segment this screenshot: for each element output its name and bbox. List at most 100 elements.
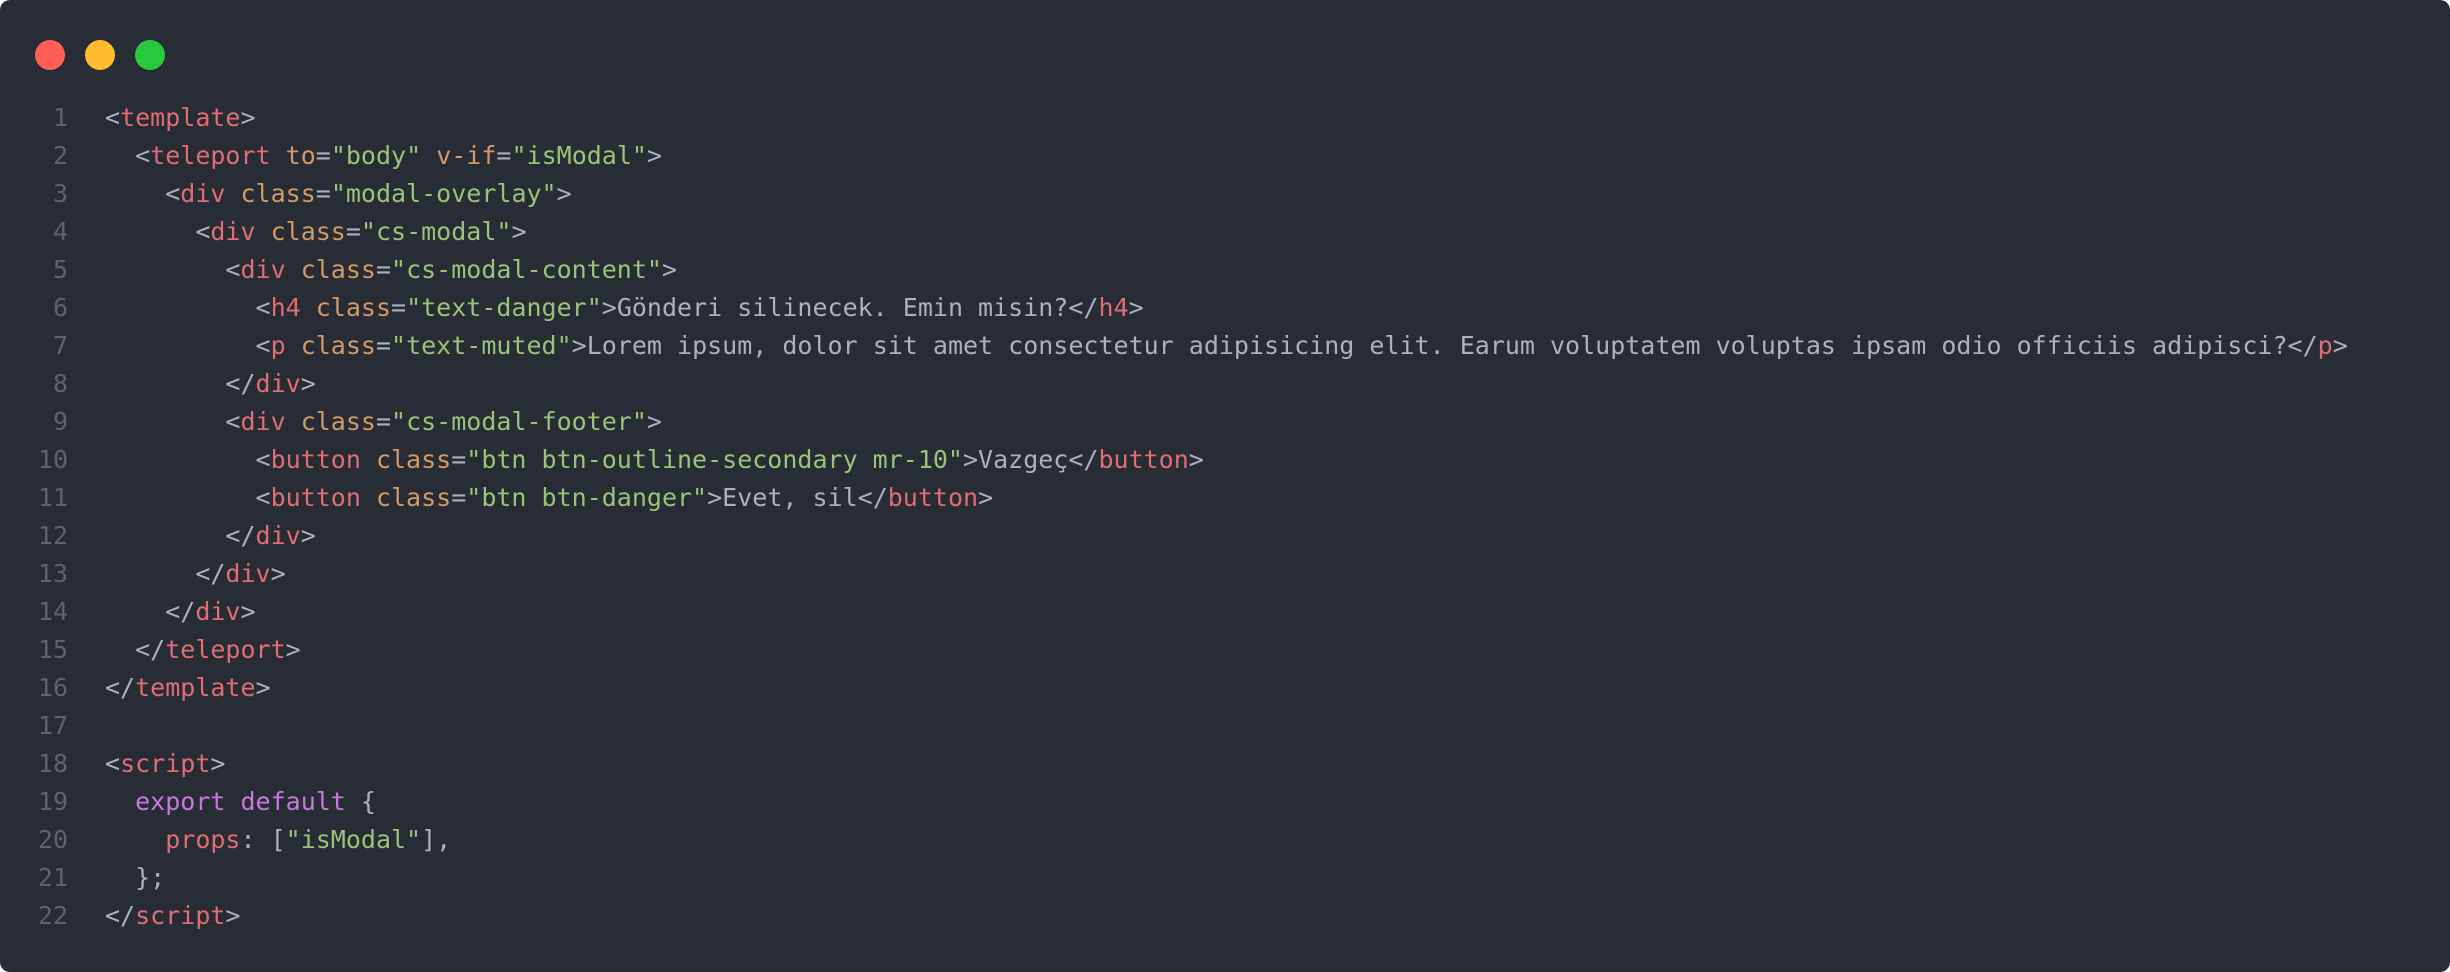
code-token-tag: div — [225, 559, 271, 588]
code-token-punct: > — [1188, 445, 1204, 474]
code-token-tag: h4 — [270, 293, 301, 322]
code-token-tag: button — [270, 445, 361, 474]
code-token-tag: h4 — [1098, 293, 1129, 322]
code-token-punct: = — [391, 293, 407, 322]
code-line: 6 <h4 class="text-danger">Gönderi siline… — [0, 289, 2450, 327]
code-token-punct: < — [195, 217, 211, 246]
code-token-text: Evet, sil — [722, 483, 858, 512]
code-line-content: <teleport to="body" v-if="isModal"> — [105, 137, 662, 175]
line-number: 6 — [52, 293, 68, 322]
code-line-content: </div> — [105, 517, 315, 555]
code-token-tag: teleport — [150, 141, 271, 170]
line-number: 5 — [52, 255, 68, 284]
line-number: 10 — [37, 445, 68, 474]
code-token-kw: default — [240, 787, 346, 816]
line-number: 1 — [52, 103, 68, 132]
code-token-punct: : [ — [240, 825, 286, 854]
code-token-tag: div — [210, 217, 256, 246]
line-number: 15 — [37, 635, 68, 664]
code-line-content: props: ["isModal"], — [105, 821, 451, 859]
code-token-prop: props — [165, 825, 241, 854]
code-editor[interactable]: 1 <template> 2 <teleport to="body" v-if="i… — [0, 99, 2450, 935]
code-token-punct: < — [255, 445, 271, 474]
line-number: 20 — [37, 825, 68, 854]
code-token-kw: export — [135, 787, 226, 816]
code-token-str: "isModal" — [285, 825, 422, 854]
code-token-attr: class — [375, 445, 452, 474]
code-token-punct: </ — [105, 673, 136, 702]
code-line-content: </div> — [105, 555, 285, 593]
line-number: 19 — [37, 787, 68, 816]
code-line: 8 </div> — [0, 365, 2450, 403]
code-line: 22 </script> — [0, 897, 2450, 935]
code-line-content: </div> — [105, 365, 315, 403]
code-token-attr: to — [285, 141, 316, 170]
code-line-content: export default { — [105, 783, 376, 821]
code-token-punct: </ — [225, 369, 256, 398]
line-number: 4 — [52, 217, 68, 246]
code-token-punct: > — [255, 673, 271, 702]
code-token-punct: > — [571, 331, 587, 360]
code-token-tag: div — [240, 407, 286, 436]
code-line: 3 <div class="modal-overlay"> — [0, 175, 2450, 213]
minimize-window-icon[interactable] — [85, 40, 115, 70]
code-token-punct: < — [225, 255, 241, 284]
code-token-punct: ], — [421, 825, 452, 854]
code-line: 14 </div> — [0, 593, 2450, 631]
code-line: 1 <template> — [0, 99, 2450, 137]
code-line: 9 <div class="cs-modal-footer"> — [0, 403, 2450, 441]
code-token-punct: > — [646, 141, 663, 170]
code-token-tag: script — [135, 901, 226, 930]
code-token-tag: template — [120, 103, 241, 132]
line-number: 11 — [37, 483, 68, 512]
code-token-attr: v-if — [436, 141, 497, 170]
code-token-str: "cs-modal" — [360, 217, 512, 246]
line-number: 18 — [37, 749, 68, 778]
code-token-punct: > — [240, 103, 256, 132]
code-token-tag: script — [120, 749, 211, 778]
code-token-punct: > — [511, 217, 527, 246]
code-token-text: Vazgeç — [978, 445, 1069, 474]
code-token-punct: </ — [2287, 331, 2318, 360]
code-line: 2 <teleport to="body" v-if="isModal"> — [0, 137, 2450, 175]
code-token-tag: div — [195, 597, 241, 626]
code-token-punct: > — [225, 901, 241, 930]
maximize-window-icon[interactable] — [135, 40, 165, 70]
code-line-content: </div> — [105, 593, 255, 631]
code-line-content: <div class="cs-modal-footer"> — [105, 403, 662, 441]
code-token-punct: = — [375, 331, 392, 360]
code-token-punct: > — [2332, 331, 2348, 360]
code-token-attr: class — [315, 293, 392, 322]
code-line: 11 <button class="btn btn-danger">Evet, … — [0, 479, 2450, 517]
code-token-punct: </ — [165, 597, 196, 626]
code-line: 21 }; — [0, 859, 2450, 897]
code-line-content: <div class="cs-modal"> — [105, 213, 527, 251]
code-line-content: <p class="text-muted">Lorem ipsum, dolor… — [105, 327, 2348, 365]
code-token-punct: < — [105, 749, 121, 778]
code-token-text: { — [345, 787, 376, 816]
code-token-punct: > — [661, 255, 678, 284]
code-line-content: </teleport> — [105, 631, 301, 669]
code-token-punct: < — [225, 407, 241, 436]
code-line-content: <button class="btn btn-danger">Evet, sil… — [105, 479, 994, 517]
code-token-punct: > — [556, 179, 572, 208]
code-token-punct: </ — [135, 635, 166, 664]
code-line: 17 — [0, 707, 2450, 745]
close-window-icon[interactable] — [35, 40, 65, 70]
code-token-str: "modal-overlay" — [330, 179, 557, 208]
line-number: 12 — [37, 521, 68, 550]
code-line: 15 </teleport> — [0, 631, 2450, 669]
